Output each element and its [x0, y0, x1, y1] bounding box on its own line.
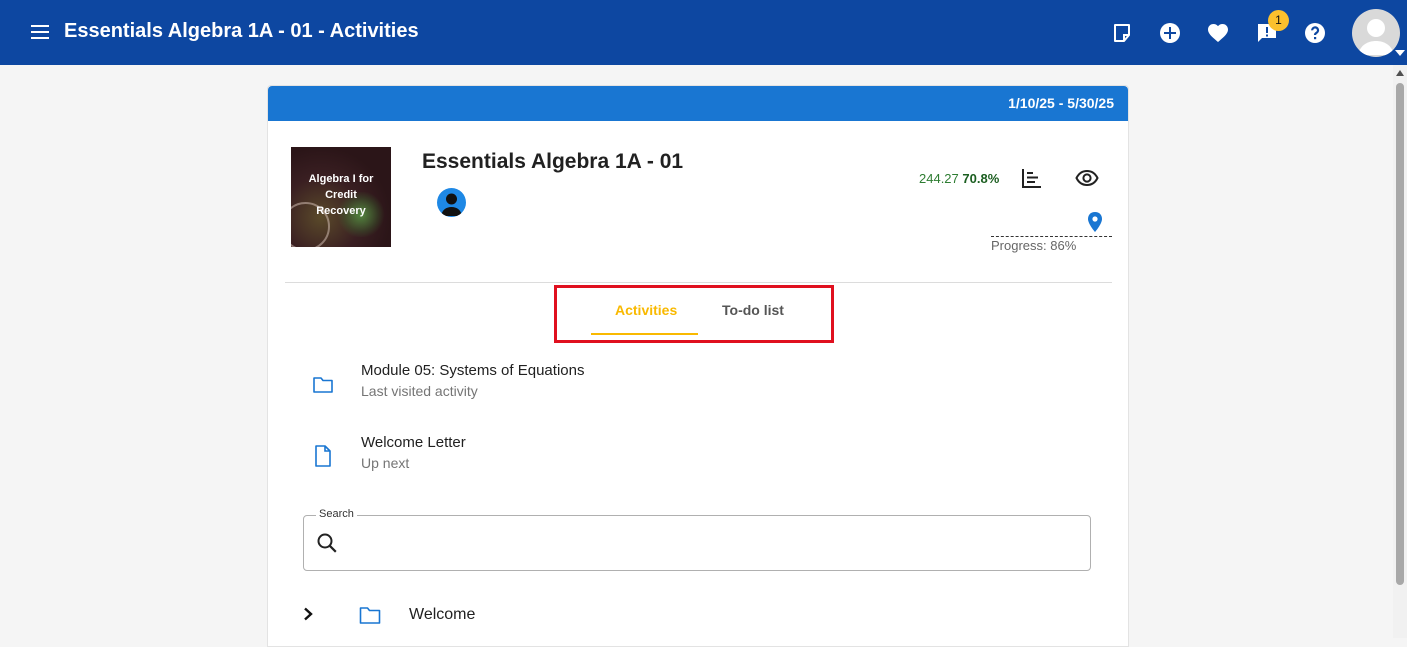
add-circle-icon[interactable] — [1158, 21, 1182, 45]
date-range: 1/10/25 - 5/30/25 — [1008, 95, 1114, 111]
list-item-title: Welcome Letter — [361, 434, 466, 451]
note-icon[interactable] — [1110, 21, 1134, 45]
search-input[interactable] — [348, 528, 1072, 560]
score-points: 244.27 — [919, 171, 959, 186]
chevron-right-icon[interactable] — [302, 607, 314, 621]
tab-activities[interactable]: Activities — [615, 302, 677, 318]
score-percent: 70.8% — [962, 171, 1000, 186]
search-icon — [317, 533, 337, 553]
search-field[interactable]: Search — [303, 508, 1091, 571]
list-item-up-next[interactable]: Welcome Letter Up next — [304, 434, 1084, 482]
scroll-up-arrow-icon[interactable] — [1396, 70, 1404, 76]
list-item-subtitle: Last visited activity — [361, 383, 478, 399]
bar-chart-icon[interactable] — [1021, 167, 1043, 189]
tab-to-do-list[interactable]: To-do list — [722, 302, 784, 318]
date-bar: 1/10/25 - 5/30/25 — [268, 86, 1128, 121]
progress-track — [991, 236, 1112, 237]
instructor-avatar[interactable] — [437, 188, 466, 217]
tree-item-welcome[interactable]: Welcome — [298, 601, 1098, 629]
page-title: Essentials Algebra 1A - 01 - Activities — [64, 20, 419, 42]
person-icon — [1358, 19, 1394, 55]
list-item-last-visited[interactable]: Module 05: Systems of Equations Last vis… — [304, 362, 1084, 410]
search-label: Search — [316, 508, 357, 520]
location-pin-icon — [1088, 212, 1103, 232]
menu-icon[interactable] — [29, 22, 51, 42]
tree-item-label: Welcome — [409, 606, 476, 623]
folder-icon — [313, 377, 333, 393]
course-card: 1/10/25 - 5/30/25 Algebra I for Credit R… — [267, 85, 1129, 647]
course-title: Essentials Algebra 1A - 01 — [422, 150, 684, 173]
thumbnail-text: Algebra I for Credit Recovery — [308, 173, 374, 217]
list-item-title: Module 05: Systems of Equations — [361, 362, 585, 379]
document-icon — [315, 445, 331, 467]
person-icon — [441, 193, 462, 216]
list-item-subtitle: Up next — [361, 455, 410, 471]
notification-badge: 1 — [1268, 10, 1289, 31]
course-score: 244.27 70.8% — [919, 171, 999, 186]
account-avatar[interactable] — [1352, 9, 1400, 57]
folder-icon — [359, 607, 381, 624]
progress-label: Progress: 86% — [991, 238, 1077, 253]
help-icon[interactable] — [1303, 21, 1327, 45]
course-thumbnail: Algebra I for Credit Recovery — [291, 147, 391, 247]
scroll-thumb[interactable] — [1396, 83, 1404, 585]
active-tab-indicator — [591, 333, 698, 335]
scrollbar[interactable] — [1393, 65, 1407, 638]
divider — [285, 282, 1112, 283]
chevron-down-icon[interactable] — [1395, 50, 1405, 56]
eye-icon[interactable] — [1075, 167, 1099, 189]
heart-icon[interactable] — [1206, 21, 1230, 45]
app-bar: Essentials Algebra 1A - 01 - Activities … — [0, 0, 1407, 65]
